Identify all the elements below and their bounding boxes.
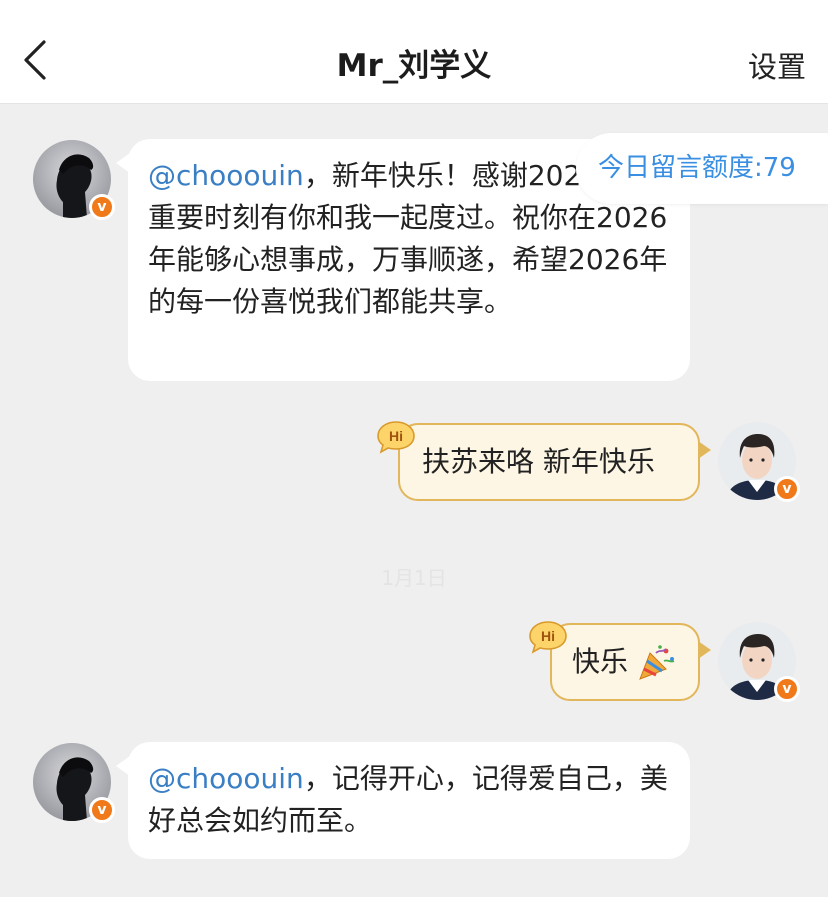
verified-badge: v [89,194,115,220]
hi-label: Hi [389,428,403,444]
avatar[interactable]: v [33,140,115,220]
settings-button[interactable]: 设置 [748,44,806,86]
avatar[interactable]: v [718,422,800,502]
avatar[interactable]: v [33,743,115,823]
daily-message-quota: 今日留言额度:79 [576,133,828,204]
back-button[interactable] [14,36,58,84]
hi-icon: Hi [528,620,568,654]
message-bubble[interactable]: 快乐 [550,623,711,701]
verified-badge: v [774,676,800,702]
page-title: Mr_刘学义 [336,48,492,84]
verified-badge: v [89,797,115,823]
message-bubble[interactable]: 扶苏来咯 新年快乐 [398,423,711,501]
message-bubble[interactable]: @chooouin，记得开心，记得爱自己，美好总会如约而至。 [116,742,690,859]
hi-icon: Hi [376,420,416,454]
navigation-bar: Mr_刘学义 设置 [0,0,828,104]
verified-badge: v [774,476,800,502]
timestamp: 1月1日 [381,566,447,590]
hi-label: Hi [541,628,555,644]
avatar[interactable]: v [718,622,800,702]
message-text: 扶苏来咯 新年快乐 [422,445,655,478]
user-mention[interactable]: @chooouin [148,159,304,192]
user-mention[interactable]: @chooouin [148,762,304,795]
chevron-left-icon [24,40,46,80]
message-text: 快乐 [572,645,629,678]
party-popper-icon [639,645,675,680]
